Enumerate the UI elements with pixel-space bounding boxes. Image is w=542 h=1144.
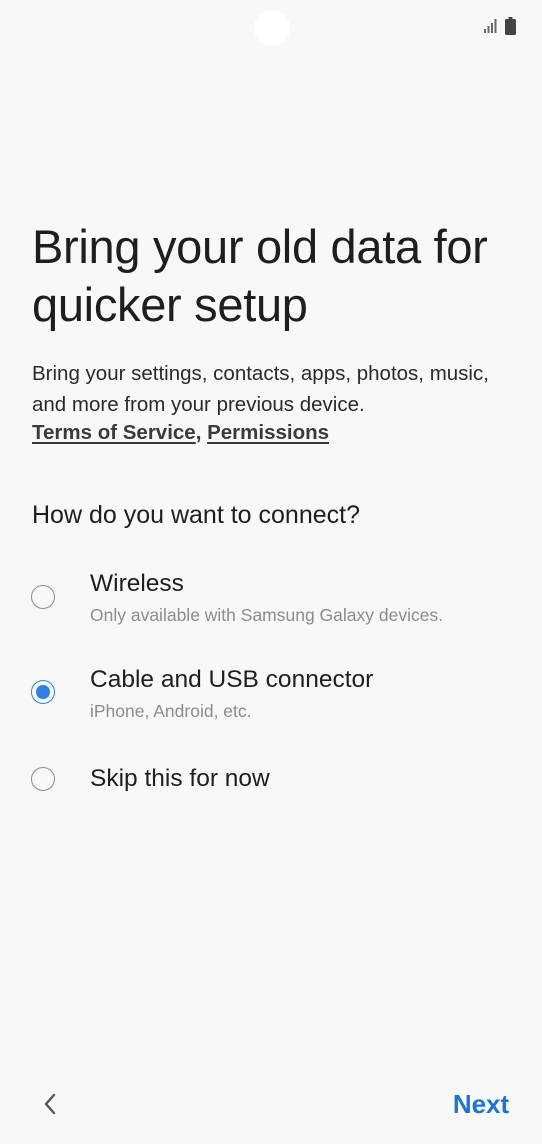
option-label: Skip this for now [90, 765, 270, 792]
links-separator: , [195, 421, 202, 444]
option-wireless[interactable]: Wireless Only available with Samsung Gal… [0, 560, 542, 640]
page-description: Bring your settings, contacts, apps, pho… [32, 362, 489, 416]
option-sublabel: iPhone, Android, etc. [90, 701, 252, 721]
radio-wireless[interactable] [31, 585, 55, 609]
option-label: Cable and USB connector [90, 666, 374, 693]
signal-icon [484, 19, 497, 33]
option-skip[interactable]: Skip this for now [0, 750, 542, 830]
status-bar [0, 0, 542, 50]
camera-cutout [254, 10, 290, 46]
connect-question: How do you want to connect? [32, 501, 360, 529]
battery-icon [505, 17, 516, 35]
option-cable-usb[interactable]: Cable and USB connector iPhone, Android,… [0, 656, 542, 736]
legal-links: Terms of Service, Permissions [32, 419, 329, 447]
option-sublabel: Only available with Samsung Galaxy devic… [90, 605, 444, 625]
next-button[interactable]: Next [440, 1084, 522, 1124]
radio-cable-usb[interactable] [31, 680, 55, 704]
chevron-left-icon [44, 1093, 56, 1115]
terms-of-service-link[interactable]: Terms of Service [32, 421, 196, 444]
radio-skip[interactable] [31, 767, 55, 791]
permissions-link[interactable]: Permissions [207, 421, 329, 444]
page-title: Bring your old data for quicker setup [32, 220, 488, 331]
back-button[interactable] [30, 1082, 70, 1126]
option-label: Wireless [90, 570, 184, 597]
